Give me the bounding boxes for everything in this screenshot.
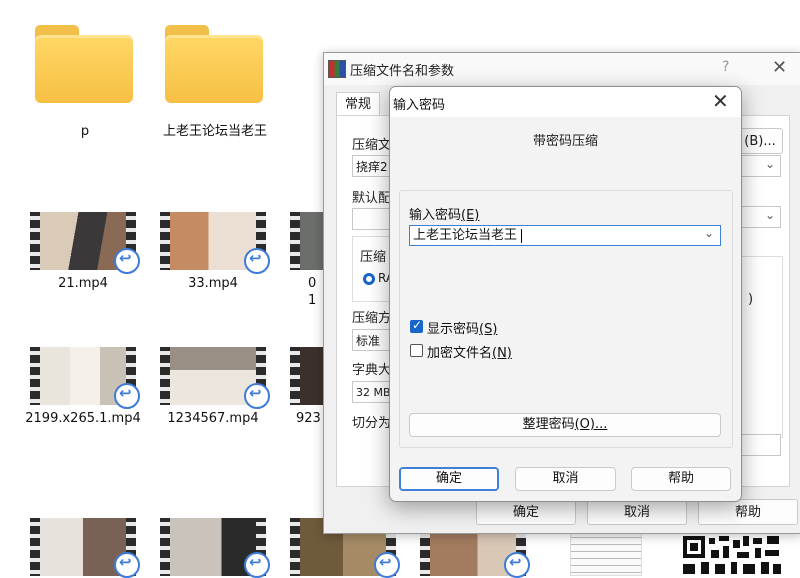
shortcut-arrow-icon: [244, 248, 270, 274]
rar-format-radio[interactable]: [363, 273, 375, 285]
shortcut-arrow-icon: [114, 248, 140, 274]
archive-name-field[interactable]: 挠痒2: [352, 155, 392, 177]
cancel-button[interactable]: 取消: [587, 499, 687, 525]
file-label[interactable]: 33.mp4: [153, 275, 273, 292]
text-cursor: [521, 229, 522, 243]
close-icon[interactable]: ✕: [712, 89, 729, 113]
dialog-title: 输入密码: [393, 98, 446, 113]
organize-passwords-button[interactable]: 整理密码(O)...: [409, 413, 721, 437]
shortcut-arrow-icon: [374, 552, 400, 578]
default-profile-field[interactable]: [352, 208, 392, 230]
help-button[interactable]: 帮助: [698, 499, 798, 525]
document-icon[interactable]: [570, 530, 642, 576]
chevron-down-icon: ⌄: [764, 208, 775, 222]
title-bar[interactable]: 压缩文件名和参数 ? ✕: [324, 53, 800, 85]
password-accel-key: (E): [461, 208, 480, 223]
shortcut-arrow-icon: [244, 552, 270, 578]
shortcut-arrow-icon: [244, 383, 270, 409]
chevron-down-icon: ⌄: [764, 157, 775, 171]
shortcut-arrow-icon: [114, 552, 140, 578]
ok-button[interactable]: 确定: [399, 467, 499, 491]
dialog-heading: 带密码压缩: [532, 134, 598, 149]
archive-name-dropdown[interactable]: ⌄: [737, 155, 781, 177]
tab-general[interactable]: 常规: [336, 92, 380, 117]
profile-dropdown[interactable]: ⌄: [737, 206, 781, 228]
file-label[interactable]: 01: [290, 275, 324, 309]
shortcut-arrow-icon: [114, 383, 140, 409]
video-thumbnail[interactable]: [290, 347, 324, 405]
title-bar[interactable]: 输入密码 ✕: [390, 87, 741, 117]
password-input[interactable]: 上老王论坛当老王 ⌄: [409, 225, 721, 246]
encrypt-filenames-label[interactable]: 加密文件名(N): [427, 342, 512, 361]
file-label[interactable]: p: [25, 123, 145, 140]
enter-password-dialog: 输入密码 ✕ 带密码压缩 输入密码(E) 上老王论坛当老王 ⌄ 显示密码(S) …: [389, 86, 742, 502]
qr-code-image: [683, 534, 783, 574]
encrypt-filenames-checkbox[interactable]: [410, 344, 423, 357]
file-label[interactable]: 2199.x265.1.mp4: [23, 410, 143, 427]
archive-name-label: 压缩文: [352, 138, 392, 153]
help-icon[interactable]: ?: [722, 59, 729, 75]
close-icon[interactable]: ✕: [772, 57, 787, 78]
split-label: 切分为: [352, 416, 392, 431]
default-profile-label: 默认配: [352, 191, 392, 206]
shortcut-arrow-icon: [504, 552, 530, 578]
file-label[interactable]: 923: [290, 410, 324, 427]
method-label: 压缩方: [352, 311, 392, 326]
method-field[interactable]: 标准: [352, 329, 392, 351]
file-label[interactable]: 1234567.mp4: [153, 410, 273, 427]
password-input-value: 上老王论坛当老王: [413, 228, 518, 243]
options-group: [737, 256, 783, 438]
chevron-down-icon[interactable]: ⌄: [704, 226, 714, 240]
video-thumbnail[interactable]: [290, 212, 324, 270]
password-label: 输入密码(E): [409, 208, 480, 223]
winrar-app-icon: [328, 60, 346, 78]
file-label[interactable]: 21.mp4: [23, 275, 143, 292]
dictionary-field[interactable]: 32 MB: [352, 381, 392, 403]
folder-icon[interactable]: [165, 25, 263, 103]
window-title: 压缩文件名和参数: [350, 64, 455, 79]
ok-button[interactable]: 确定: [476, 499, 576, 525]
split-field[interactable]: [737, 434, 781, 456]
show-password-label[interactable]: 显示密码(S): [427, 318, 497, 337]
folder-icon[interactable]: [35, 25, 133, 103]
dictionary-label: 字典大: [352, 363, 392, 378]
file-label[interactable]: 上老王论坛当老王: [155, 123, 275, 140]
cancel-button[interactable]: 取消: [515, 467, 616, 491]
format-group-label: 压缩: [360, 250, 387, 265]
browse-button[interactable]: (B)...: [737, 128, 783, 154]
options-paren: ): [748, 292, 754, 307]
show-password-checkbox[interactable]: [410, 318, 423, 333]
help-button[interactable]: 帮助: [631, 467, 731, 491]
